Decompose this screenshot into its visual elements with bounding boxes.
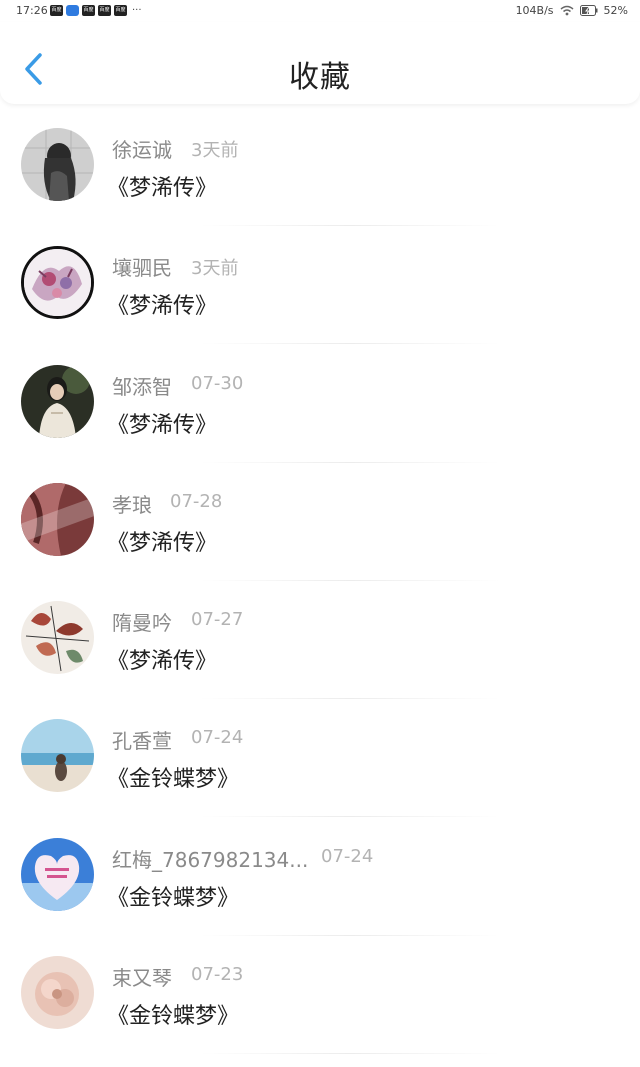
status-time: 17:26 <box>16 4 48 17</box>
time-label: 3天前 <box>191 258 239 280</box>
divider <box>200 579 500 581</box>
battery-icon <box>579 5 598 16</box>
user-name: 隋曼吟 <box>112 611 172 636</box>
time-label: 07-23 <box>191 964 244 986</box>
divider <box>200 225 500 226</box>
list-item[interactable]: 壤驷民 3天前 《梦浠传》 <box>0 236 640 354</box>
list-item[interactable]: 孝琅 07-28 《梦浠传》 <box>0 473 640 591</box>
user-name: 红梅_7867982134... <box>112 847 309 872</box>
list-item[interactable]: 徐运诚 3天前 《梦浠传》 <box>0 118 640 236</box>
user-name: 壤驷民 <box>112 256 172 281</box>
list-item[interactable]: 孔香萱 07-24 《金铃蝶梦》 <box>0 709 640 827</box>
user-name: 徐运诚 <box>112 138 172 162</box>
time-label: 07-27 <box>191 609 244 631</box>
favorites-list: 徐运诚 3天前 《梦浠传》 壤驷民 3天前 《梦浠传》 邹添智 07-30 《梦… <box>0 118 640 1064</box>
status-bar: 17:26 百度 百度 百度 百度 ··· 104B/s 52% <box>0 0 640 22</box>
book-title[interactable]: 《梦浠传》 <box>107 170 217 202</box>
app-notification-icon <box>66 5 79 16</box>
nav-bar: 收藏 <box>0 22 640 104</box>
book-title[interactable]: 《金铃蝶梦》 <box>107 998 239 1030</box>
user-name: 孔香萱 <box>112 729 172 754</box>
divider <box>200 816 500 818</box>
book-title[interactable]: 《梦浠传》 <box>107 407 217 439</box>
time-label: 07-28 <box>170 490 223 512</box>
book-title[interactable]: 《梦浠传》 <box>107 643 217 675</box>
user-name: 束又琴 <box>112 966 172 991</box>
divider <box>200 698 500 700</box>
baidu-notification-icon: 百度 <box>114 5 127 16</box>
user-name: 孝琅 <box>112 492 152 517</box>
battery-level: 52% <box>603 4 628 17</box>
avatar[interactable] <box>21 719 94 793</box>
book-title[interactable]: 《金铃蝶梦》 <box>107 880 239 912</box>
baidu-notification-icon: 百度 <box>50 5 63 16</box>
book-title[interactable]: 《梦浠传》 <box>107 288 217 320</box>
more-notifications-icon: ··· <box>132 4 142 16</box>
avatar[interactable] <box>21 837 94 911</box>
status-right: 104B/s 52% <box>516 4 628 17</box>
avatar[interactable] <box>21 128 94 201</box>
list-item[interactable]: 隋曼吟 07-27 《梦浠传》 <box>0 591 640 709</box>
divider <box>200 934 500 936</box>
page-title: 收藏 <box>289 60 351 95</box>
divider <box>200 461 500 463</box>
time-label: 3天前 <box>191 140 239 161</box>
notification-icons: 百度 百度 百度 百度 ··· <box>50 5 142 16</box>
avatar[interactable] <box>21 364 94 438</box>
list-item[interactable]: 束又琴 07-23 《金铃蝶梦》 <box>0 946 640 1064</box>
list-item[interactable]: 红梅_7867982134... 07-24 《金铃蝶梦》 <box>0 828 640 946</box>
avatar[interactable] <box>21 246 94 320</box>
avatar[interactable] <box>21 956 94 1030</box>
book-title[interactable]: 《梦浠传》 <box>107 525 217 557</box>
divider <box>200 343 500 345</box>
time-label: 07-30 <box>191 372 244 394</box>
wifi-icon <box>560 5 574 16</box>
book-title[interactable]: 《金铃蝶梦》 <box>107 761 239 793</box>
network-speed: 104B/s <box>515 4 554 17</box>
baidu-notification-icon: 百度 <box>82 5 95 16</box>
divider <box>200 1053 500 1055</box>
list-item[interactable]: 邹添智 07-30 《梦浠传》 <box>0 355 640 473</box>
user-name: 邹添智 <box>112 374 172 399</box>
avatar[interactable] <box>21 482 94 556</box>
time-label: 07-24 <box>321 845 374 867</box>
baidu-notification-icon: 百度 <box>98 5 111 16</box>
avatar[interactable] <box>21 601 94 675</box>
time-label: 07-24 <box>191 727 244 749</box>
